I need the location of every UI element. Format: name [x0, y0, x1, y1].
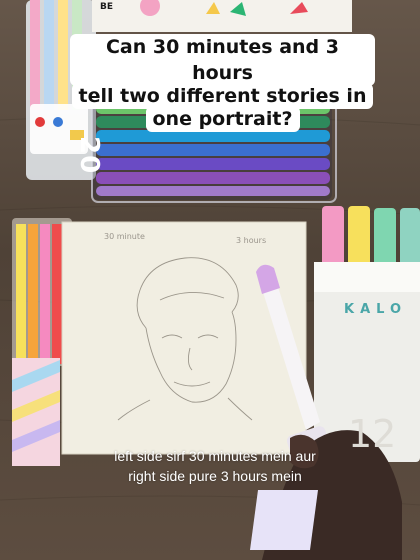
sketch-paper — [61, 221, 307, 455]
top-box — [92, 0, 352, 32]
note-card — [250, 490, 318, 550]
caption-line-1: Can 30 minutes and 3 hours — [70, 34, 375, 86]
sketch-right-label: 3 hours — [236, 236, 267, 245]
package-brand: KALO — [344, 302, 408, 317]
subtitle-overlay: left side sirf 30 minutes mein aur right… — [95, 446, 335, 486]
caption-line-3: one portrait? — [145, 106, 300, 132]
subtitle-line-1: left side sirf 30 minutes mein aur — [114, 448, 316, 464]
sketch-left-label: 30 minute — [104, 232, 145, 241]
photo-scene: 20 BE KALO 12 30 minute 3 hours Can 30 m… — [0, 0, 420, 560]
marker-case-number: 20 — [74, 136, 104, 175]
caption-overlay: Can 30 minutes and 3 hours tell two diff… — [70, 34, 375, 132]
top-box-label: BE — [100, 2, 114, 12]
subtitle-line-2: right side pure 3 hours mein — [128, 468, 302, 484]
package-number: 12 — [348, 412, 397, 456]
